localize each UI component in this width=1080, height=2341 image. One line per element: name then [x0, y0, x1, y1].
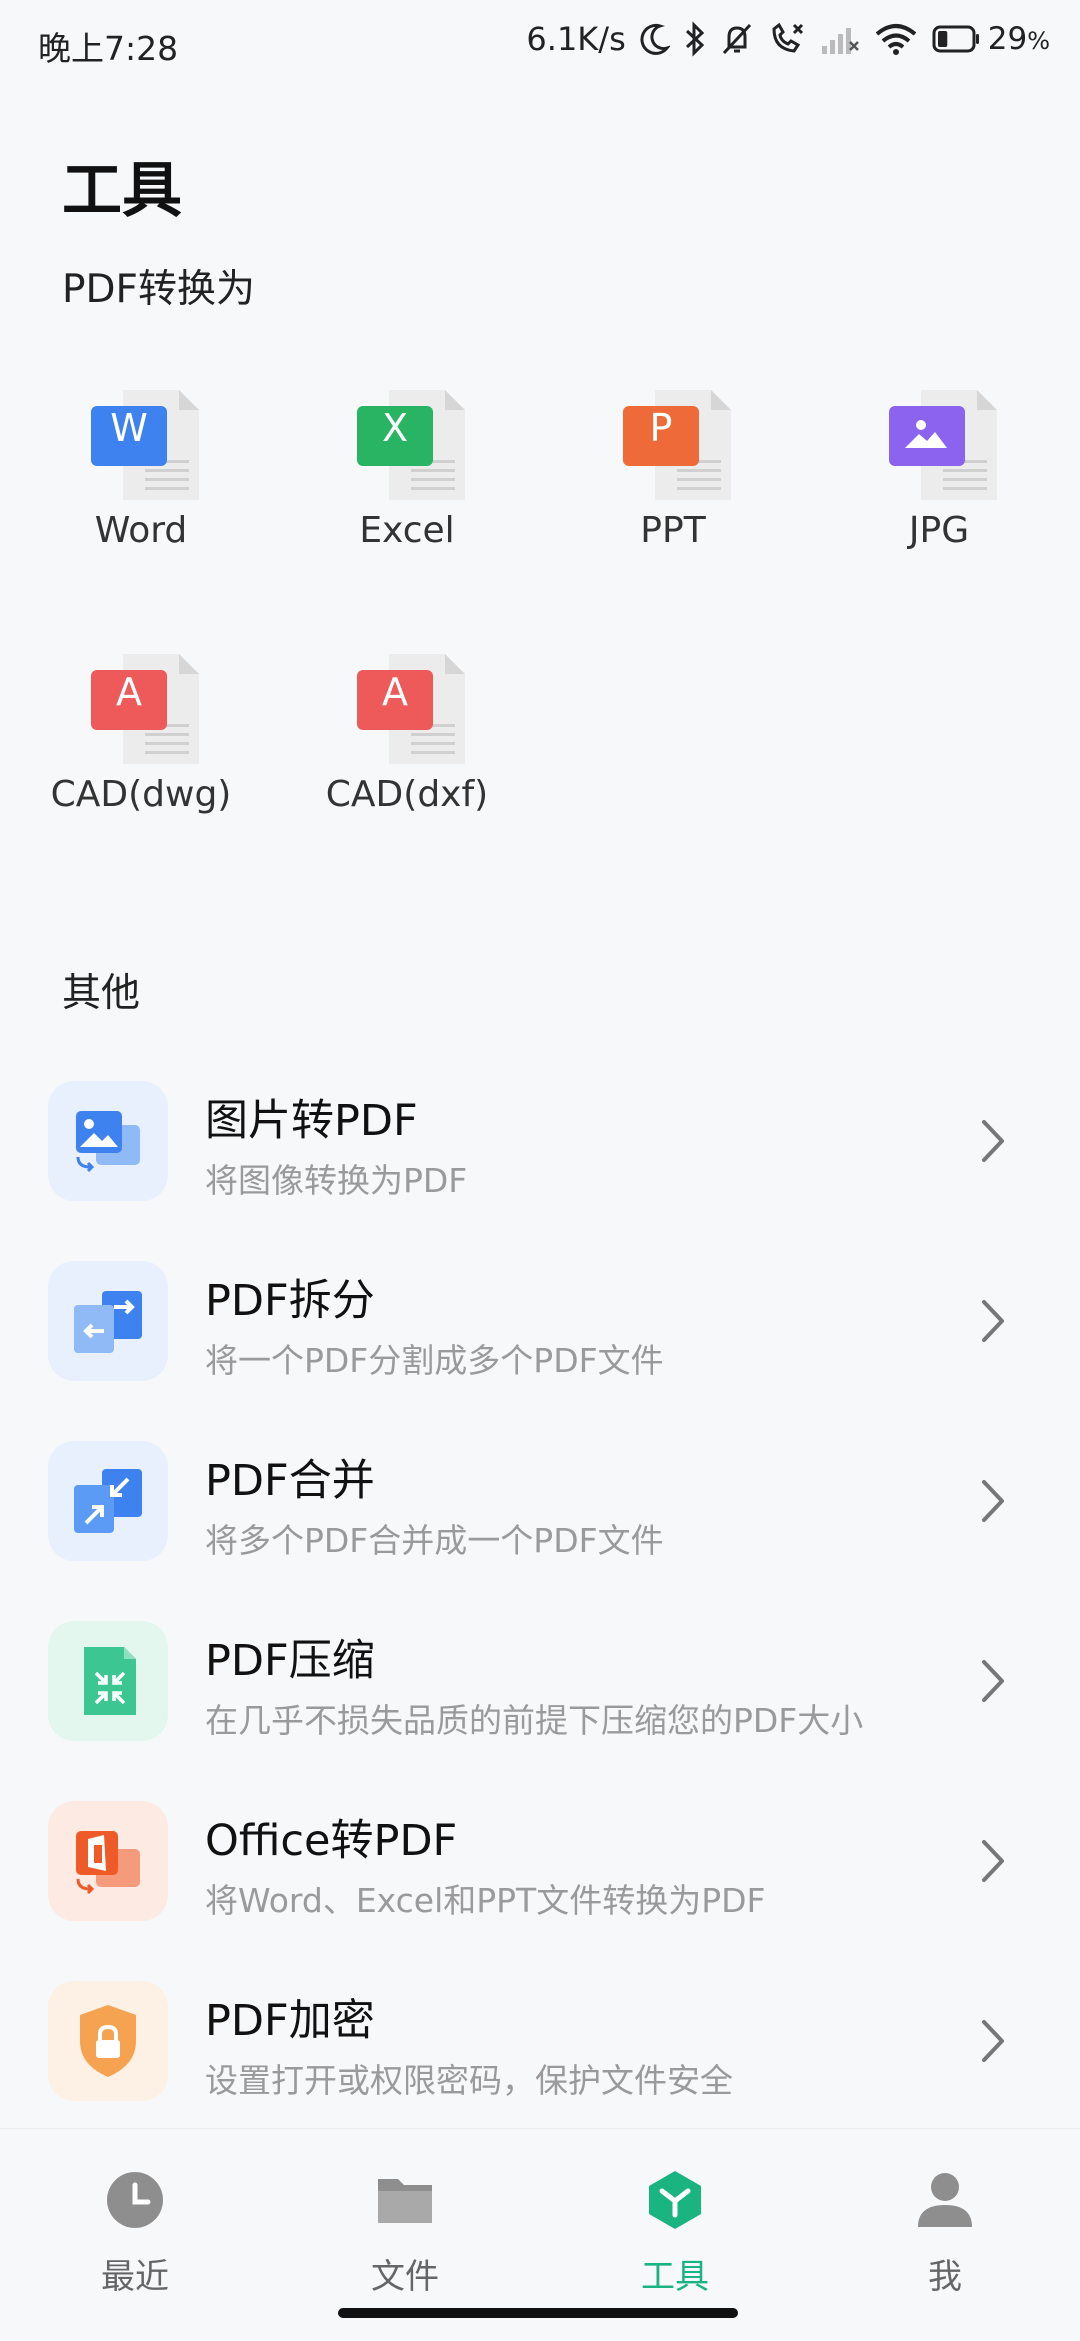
call-blocked-icon — [772, 22, 803, 53]
battery-unit: % — [1027, 27, 1050, 55]
nav-label: 最近 — [101, 2257, 169, 2297]
convert-label: CAD(dxf) — [325, 774, 489, 815]
nav-label: 文件 — [371, 2257, 439, 2297]
excel-file-icon: X — [357, 390, 465, 500]
convert-to-cad-dwg[interactable]: A CAD(dwg) — [8, 624, 274, 854]
chevron-right-icon — [982, 1840, 1004, 1882]
tool-icon-box — [48, 1801, 168, 1921]
tool-description: 将多个PDF合并成一个PDF文件 — [205, 1521, 664, 1560]
convert-label: Excel — [359, 510, 455, 551]
status-icons: 6.1K/s 29% — [526, 20, 1050, 58]
clock-icon — [107, 2172, 163, 2228]
ppt-file-icon: P — [623, 390, 731, 500]
badge-letter: P — [650, 406, 673, 450]
page-title: 工具 — [62, 156, 182, 226]
convert-to-jpg[interactable]: JPG — [806, 360, 1072, 590]
office-to-pdf-icon — [76, 1831, 140, 1895]
word-file-icon: W — [91, 390, 199, 500]
nav-tab-recent[interactable]: 最近 — [0, 2159, 270, 2299]
tool-row-pdf-compress[interactable]: PDF压缩在几乎不损失品质的前提下压缩您的PDF大小 — [0, 1606, 1080, 1756]
badge-letter: W — [110, 406, 148, 450]
convert-section-label: PDF转换为 — [62, 267, 255, 312]
pdf-split-icon — [74, 1291, 142, 1353]
signal-icon — [821, 28, 859, 54]
tool-icon-box — [48, 1621, 168, 1741]
tool-row-pdf-split[interactable]: PDF拆分将一个PDF分割成多个PDF文件 — [0, 1246, 1080, 1396]
tool-description: 在几乎不损失品质的前提下压缩您的PDF大小 — [205, 1701, 864, 1740]
tool-row-pdf-encrypt[interactable]: PDF加密设置打开或权限密码，保护文件安全 — [0, 1966, 1080, 2116]
tool-icon-box — [48, 1081, 168, 1201]
tool-icon-box — [48, 1981, 168, 2101]
cad-file-icon: A — [357, 654, 465, 764]
tool-row-pdf-merge[interactable]: PDF合并将多个PDF合并成一个PDF文件 — [0, 1426, 1080, 1576]
net-speed: 6.1K/s — [526, 20, 626, 58]
tool-icon-box — [48, 1261, 168, 1381]
image-to-pdf-icon — [76, 1111, 140, 1173]
convert-to-cad-dxf[interactable]: A CAD(dxf) — [274, 624, 540, 854]
cad-file-icon: A — [91, 654, 199, 764]
nav-label: 我 — [928, 2257, 962, 2297]
pdf-merge-icon — [74, 1469, 142, 1533]
chevron-right-icon — [982, 1120, 1004, 1162]
convert-label: JPG — [908, 510, 970, 551]
convert-label: Word — [94, 510, 188, 551]
tool-icon-box — [48, 1441, 168, 1561]
status-bar: 晚上7:28 6.1K/s 29% — [0, 0, 1080, 90]
battery: 29% — [932, 21, 1050, 57]
tools-icon — [649, 2171, 701, 2229]
home-indicator — [338, 2308, 738, 2318]
pdf-encrypt-icon — [80, 2005, 136, 2077]
tool-description: 将图像转换为PDF — [205, 1161, 468, 1200]
convert-label: CAD(dwg) — [50, 774, 232, 815]
nav-label: 工具 — [641, 2257, 709, 2297]
chevron-right-icon — [982, 2020, 1004, 2062]
badge-letter: A — [116, 670, 142, 714]
tool-description: 将Word、Excel和PPT文件转换为PDF — [205, 1881, 766, 1920]
tool-title: 图片转PDF — [205, 1096, 418, 1146]
convert-to-word[interactable]: W Word — [8, 360, 274, 590]
tool-title: PDF合并 — [205, 1456, 375, 1506]
tool-description: 设置打开或权限密码，保护文件安全 — [205, 2061, 733, 2100]
tool-row-office-to-pdf[interactable]: Office转PDF 将Word、Excel和PPT文件转换为PDF — [0, 1786, 1080, 1936]
badge-letter: X — [382, 406, 408, 450]
tool-title: PDF拆分 — [205, 1276, 375, 1326]
tool-title: PDF压缩 — [205, 1636, 375, 1686]
chevron-right-icon — [982, 1480, 1004, 1522]
folder-icon — [378, 2179, 432, 2223]
tool-title: PDF加密 — [205, 1996, 375, 2046]
convert-to-excel[interactable]: X Excel — [274, 360, 540, 590]
other-section-label: 其他 — [62, 971, 141, 1016]
status-time: 晚上7:28 — [38, 29, 179, 68]
battery-icon — [932, 25, 979, 53]
chevron-right-icon — [982, 1660, 1004, 1702]
tool-title: Office转PDF — [205, 1816, 458, 1866]
bluetooth-icon — [685, 21, 704, 57]
nav-tab-me[interactable]: 我 — [810, 2159, 1080, 2299]
chevron-right-icon — [982, 1300, 1004, 1342]
bell-muted-icon — [722, 23, 751, 55]
battery-percent: 29 — [987, 21, 1028, 57]
person-icon — [918, 2173, 972, 2227]
pdf-compress-icon — [84, 1647, 136, 1715]
nav-tab-files[interactable]: 文件 — [270, 2159, 540, 2299]
convert-to-ppt[interactable]: P PPT — [540, 360, 806, 590]
nav-tab-tools[interactable]: 工具 — [540, 2159, 810, 2299]
tool-row-image-to-pdf[interactable]: 图片转PDF 将图像转换为PDF — [0, 1066, 1080, 1216]
moon-icon — [640, 23, 670, 55]
jpg-file-icon — [889, 390, 997, 500]
wifi-icon — [875, 24, 917, 55]
tool-description: 将一个PDF分割成多个PDF文件 — [205, 1341, 664, 1380]
convert-label: PPT — [640, 510, 706, 551]
badge-letter: A — [382, 670, 408, 714]
